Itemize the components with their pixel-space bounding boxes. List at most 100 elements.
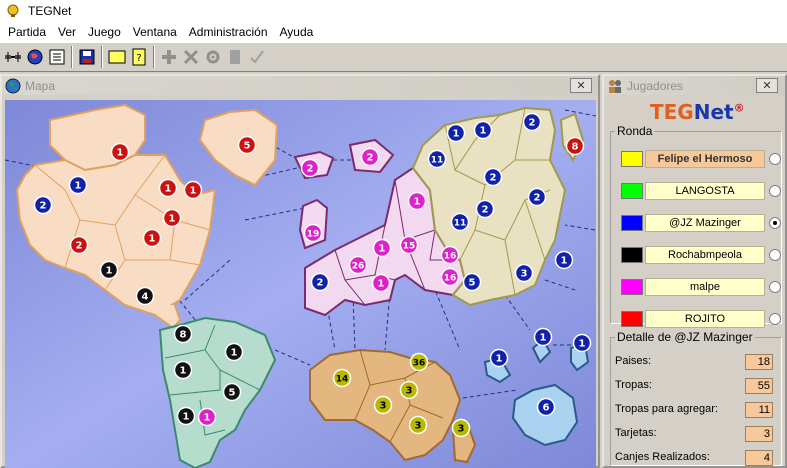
troop-marker[interactable]: 2 <box>475 199 495 219</box>
player-color-swatch <box>621 215 643 231</box>
detail-value: 4 <box>745 450 773 466</box>
player-row[interactable]: LANGOSTA <box>617 182 781 200</box>
regroup-button[interactable] <box>202 46 224 68</box>
menu-ventana[interactable]: Ventana <box>127 22 183 42</box>
connect-button[interactable] <box>2 46 24 68</box>
troop-marker[interactable]: 3 <box>514 263 534 283</box>
end-turn-button[interactable] <box>246 46 268 68</box>
app-icon <box>7 4 19 17</box>
player-row[interactable]: Rochabmpeola <box>617 246 781 264</box>
troop-marker[interactable]: 11 <box>450 212 470 232</box>
document-icon <box>230 50 240 64</box>
troop-count: 2 <box>317 278 324 289</box>
troop-marker[interactable]: 3 <box>451 418 471 438</box>
troop-marker[interactable]: 1 <box>224 342 244 362</box>
troop-marker[interactable]: 1 <box>158 178 178 198</box>
detail-legend: Detalle de @JZ Mazinger <box>617 330 753 344</box>
troop-marker[interactable]: 1 <box>162 208 182 228</box>
menu-partida[interactable]: Partida <box>2 22 52 42</box>
troop-marker[interactable]: 16 <box>440 267 460 287</box>
troop-marker[interactable]: 2 <box>527 187 547 207</box>
card-icon <box>108 50 126 64</box>
player-color-swatch <box>621 311 643 327</box>
troop-marker[interactable]: 1 <box>554 250 574 270</box>
troop-marker[interactable]: 15 <box>399 235 419 255</box>
troop-marker[interactable]: 1 <box>446 123 466 143</box>
troop-marker[interactable]: 8 <box>173 324 193 344</box>
player-row[interactable]: @JZ Mazinger <box>617 214 781 232</box>
menu-juego[interactable]: Juego <box>82 22 127 42</box>
menu-administracion[interactable]: Administración <box>183 22 274 42</box>
troop-marker[interactable]: 3 <box>373 395 393 415</box>
troop-marker[interactable]: 14 <box>332 368 352 388</box>
troop-marker[interactable]: 3 <box>408 415 428 435</box>
map-close-button[interactable]: ✕ <box>570 78 592 93</box>
troop-marker[interactable]: 2 <box>310 272 330 292</box>
troop-marker[interactable]: 5 <box>462 272 482 292</box>
troop-marker[interactable]: 19 <box>303 223 323 243</box>
troop-marker[interactable]: 2 <box>483 167 503 187</box>
troop-marker[interactable]: 3 <box>399 380 419 400</box>
troop-count: 1 <box>379 244 386 255</box>
troop-marker[interactable]: 1 <box>99 260 119 280</box>
troop-marker[interactable]: 2 <box>300 158 320 178</box>
troop-marker[interactable]: 2 <box>360 147 380 167</box>
troop-count: 1 <box>165 184 172 195</box>
troop-count: 16 <box>444 252 457 262</box>
list-button[interactable] <box>46 46 68 68</box>
player-select-radio[interactable] <box>769 217 781 229</box>
attack-button[interactable] <box>180 46 202 68</box>
troop-marker[interactable]: 8 <box>565 136 585 156</box>
troop-marker[interactable]: 36 <box>409 352 429 372</box>
troop-marker[interactable]: 1 <box>572 333 592 353</box>
troop-marker[interactable]: 1 <box>176 406 196 426</box>
troop-marker[interactable]: 1 <box>110 142 130 162</box>
player-select-radio[interactable] <box>769 249 781 261</box>
troop-marker[interactable]: 2 <box>33 195 53 215</box>
menu-ver[interactable]: Ver <box>52 22 82 42</box>
troop-marker[interactable]: 1 <box>533 327 553 347</box>
player-select-radio[interactable] <box>769 281 781 293</box>
troop-marker[interactable]: 1 <box>371 273 391 293</box>
troop-marker[interactable]: 11 <box>427 149 447 169</box>
troop-marker[interactable]: 6 <box>536 397 556 417</box>
save-button[interactable] <box>76 46 98 68</box>
troop-marker[interactable]: 1 <box>68 175 88 195</box>
menu-ayuda[interactable]: Ayuda <box>274 22 320 42</box>
troop-marker[interactable]: 2 <box>69 235 89 255</box>
troop-marker[interactable]: 26 <box>348 255 368 275</box>
troop-marker[interactable]: 1 <box>473 120 493 140</box>
map-window: Mapa ✕ 1 5 1 2 1 1 1 1 2 1 4 8 1 1 5 1 1… <box>0 74 600 468</box>
player-select-radio[interactable] <box>769 313 781 325</box>
troop-marker[interactable]: 5 <box>222 382 242 402</box>
troop-marker[interactable]: 16 <box>440 245 460 265</box>
troop-marker[interactable]: 1 <box>173 360 193 380</box>
players-close-button[interactable]: ✕ <box>756 78 778 93</box>
troop-marker[interactable]: 2 <box>522 112 542 132</box>
player-select-radio[interactable] <box>769 153 781 165</box>
add-troops-button[interactable] <box>158 46 180 68</box>
troop-count: 2 <box>482 205 489 216</box>
troop-count: 1 <box>378 279 385 290</box>
troop-count: 2 <box>367 153 374 164</box>
troop-marker[interactable]: 1 <box>372 238 392 258</box>
troop-count: 14 <box>336 375 349 385</box>
troop-marker[interactable]: 1 <box>183 180 203 200</box>
mission-button[interactable]: ? <box>128 46 150 68</box>
document-button[interactable] <box>224 46 246 68</box>
player-detail-group: Detalle de @JZ Mazinger Paises: 18 Tropas:… <box>610 330 782 466</box>
player-row[interactable]: Felipe el Hermoso <box>617 150 781 168</box>
cards-button[interactable] <box>106 46 128 68</box>
troop-count: 3 <box>415 421 422 432</box>
player-select-radio[interactable] <box>769 185 781 197</box>
troop-marker[interactable]: 1 <box>197 407 217 427</box>
troop-marker[interactable]: 4 <box>135 286 155 306</box>
troop-marker[interactable]: 1 <box>142 228 162 248</box>
troop-marker[interactable]: 1 <box>407 191 427 211</box>
world-map[interactable]: 1 5 1 2 1 1 1 1 2 1 4 8 1 1 5 1 1 2 2 19 1 1 26 15 16 1 16 2 1 1 2 11 2 2… <box>5 100 596 468</box>
globe-button[interactable] <box>24 46 46 68</box>
player-row[interactable]: ROJITO <box>617 310 781 328</box>
troop-marker[interactable]: 5 <box>237 135 257 155</box>
player-row[interactable]: malpe <box>617 278 781 296</box>
troop-marker[interactable]: 1 <box>489 348 509 368</box>
